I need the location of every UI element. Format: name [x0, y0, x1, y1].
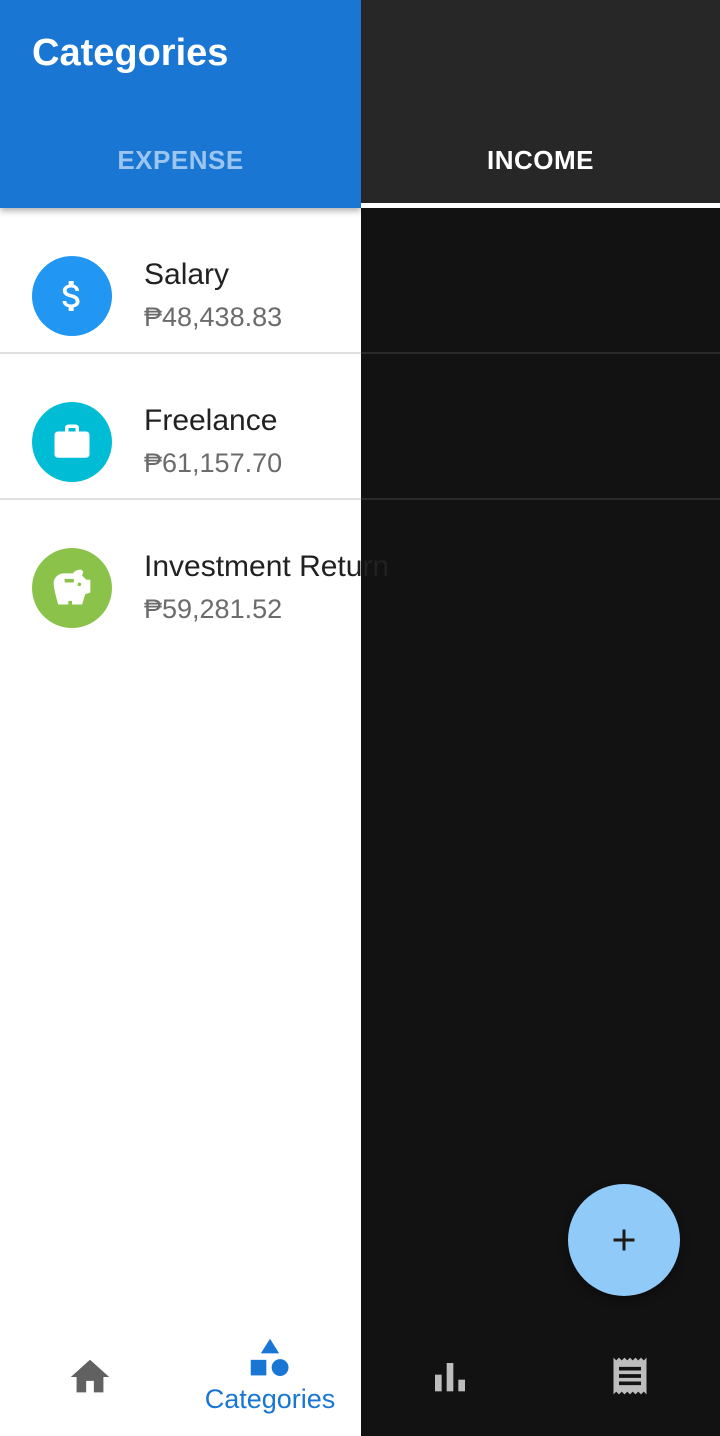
- nav-label-categories: Categories: [204, 1384, 336, 1414]
- nav-home[interactable]: [0, 1320, 180, 1436]
- tab-income[interactable]: INCOME: [361, 140, 720, 180]
- tab-indicator: [361, 203, 720, 208]
- category-amount: ₱61,157.70: [144, 448, 283, 478]
- list-item[interactable]: Freelance ₱61,157.70: [0, 354, 720, 500]
- category-name: Investment Return: [144, 550, 390, 583]
- shapes-icon: [250, 1338, 289, 1376]
- bottom-navigation: Categories: [0, 1320, 720, 1436]
- category-amount: ₱59,281.52: [144, 594, 283, 624]
- home-icon: [70, 1359, 110, 1393]
- category-amount: ₱48,438.83: [144, 302, 283, 332]
- category-list: Salary ₱48,438.83 Freelance ₱61,157.70 I…: [0, 208, 720, 646]
- list-item[interactable]: Salary ₱48,438.83: [0, 208, 720, 354]
- add-category-button[interactable]: [568, 1184, 680, 1296]
- tab-expense[interactable]: EXPENSE: [0, 140, 361, 180]
- page-title: Categories: [32, 32, 229, 74]
- nav-categories[interactable]: Categories: [180, 1320, 360, 1436]
- category-name: Freelance: [144, 404, 278, 437]
- nav-transactions[interactable]: [540, 1320, 720, 1436]
- list-item[interactable]: Investment Return ₱59,281.52: [0, 500, 720, 646]
- bar-chart-icon: [435, 1363, 465, 1392]
- plus-icon: [613, 1229, 635, 1251]
- nav-statistics[interactable]: [360, 1320, 540, 1436]
- briefcase-icon: [32, 402, 112, 482]
- receipt-icon: [613, 1357, 647, 1395]
- piggy-bank-icon: [32, 548, 112, 628]
- dollar-icon: [32, 256, 112, 336]
- category-name: Salary: [144, 258, 230, 291]
